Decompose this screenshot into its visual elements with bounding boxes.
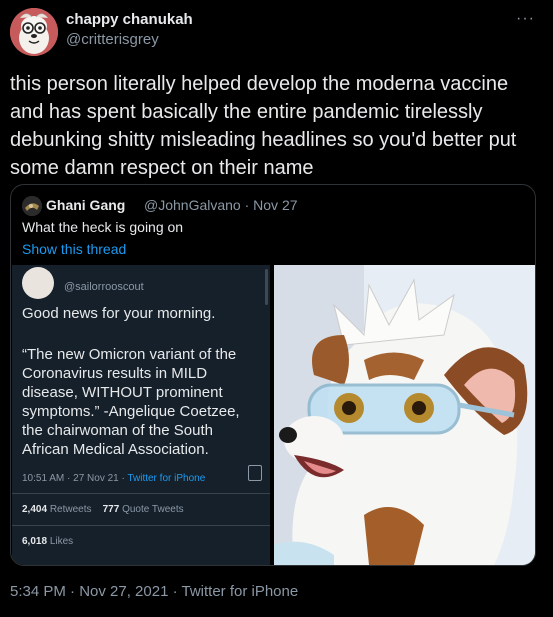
likes-label: Likes [49,536,74,547]
screenshot-handle: @sailorrooscout [64,281,144,293]
screenshot-time: 10:51 AM · 27 Nov 21 · [22,473,128,484]
quoted-handle-date: @JohnGalvano · Nov 27 [144,197,298,213]
quoted-tweet[interactable]: Ghani Gang @JohnGalvano · Nov 27 What th… [10,184,536,566]
screenshot-scrollbar [265,269,268,305]
quoted-author-name[interactable]: Ghani Gang [46,197,125,213]
author-display-name[interactable]: chappy chanukah [66,11,193,28]
retweets-label: Retweets [49,504,92,515]
quoted-author-avatar[interactable] [22,196,42,216]
tweet-timestamp[interactable]: 5:34 PM · Nov 27, 2021 · Twitter for iPh… [10,583,298,600]
show-thread-link[interactable]: Show this thread [22,241,126,257]
quoted-text: What the heck is going on [22,219,184,235]
quote-count: 777 [102,504,120,515]
tweet: chappy chanukah @critterisgrey ··· this … [0,0,553,617]
author-avatar[interactable] [10,8,58,56]
divider [12,525,270,526]
screenshot-source: Twitter for iPhone [127,473,206,484]
tweet-text: this person literally helped develop the… [10,73,517,179]
character-art-image[interactable] [274,265,535,565]
screenshot-good-news: Good news for your morning. [22,305,216,322]
retweets-count: 2,404 [22,504,48,515]
screenshot-quote: “The new Omicron variant of the Coronavi… [22,346,240,458]
likes-count: 6,018 [22,536,48,547]
author-handle[interactable]: @critterisgrey [66,31,159,48]
screenshot-image[interactable]: @sailorrooscout Good news for your morni… [12,265,270,565]
more-options-icon[interactable]: ··· [516,10,535,28]
divider [12,493,270,494]
screenshot-likes: 6,018 Likes [22,536,73,547]
analytics-icon [248,465,262,481]
screenshot-stats: 2,404 Retweets 777 Quote Tweets [22,504,184,515]
quote-label: Quote Tweets [122,504,184,515]
screenshot-avatar [22,267,54,299]
screenshot-timestamp: 10:51 AM · 27 Nov 21 · Twitter for iPhon… [22,473,205,484]
quoted-media[interactable]: @sailorrooscout Good news for your morni… [12,265,535,565]
